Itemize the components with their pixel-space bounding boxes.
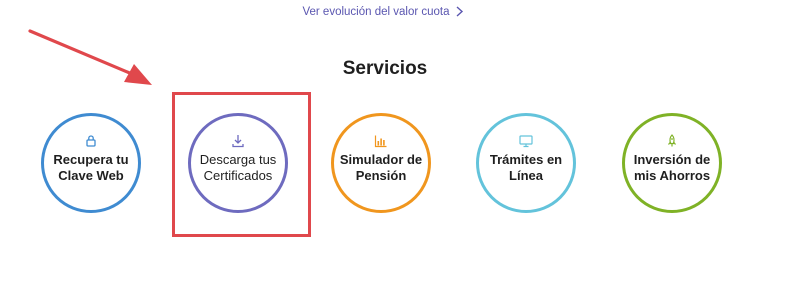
service-label: Trámites en Línea: [489, 152, 563, 183]
download-icon: [231, 134, 245, 148]
service-descarga-certificados[interactable]: Descarga tus Certificados: [188, 113, 288, 213]
ver-evolucion-label: Ver evolución del valor cuota: [302, 6, 450, 18]
service-label: Descarga tus Certificados: [199, 152, 277, 183]
rocket-icon: [665, 134, 679, 148]
service-simulador-pension[interactable]: Simulador de Pensión: [331, 113, 431, 213]
section-title: Servicios: [342, 58, 428, 79]
bar-chart-icon: [374, 134, 388, 148]
service-label: Inversión de mis Ahorros: [633, 152, 711, 183]
chevron-right-icon: [455, 6, 464, 20]
service-label: Simulador de Pensión: [339, 152, 423, 183]
lock-icon: [84, 134, 98, 148]
service-label: Recupera tu Clave Web: [53, 152, 129, 183]
service-inversion-ahorros[interactable]: Inversión de mis Ahorros: [622, 113, 722, 213]
ver-evolucion-link[interactable]: Ver evolución del valor cuota: [0, 6, 766, 20]
service-tramites-linea[interactable]: Trámites en Línea: [476, 113, 576, 213]
service-recupera-clave[interactable]: Recupera tu Clave Web: [41, 113, 141, 213]
monitor-icon: [519, 134, 533, 148]
